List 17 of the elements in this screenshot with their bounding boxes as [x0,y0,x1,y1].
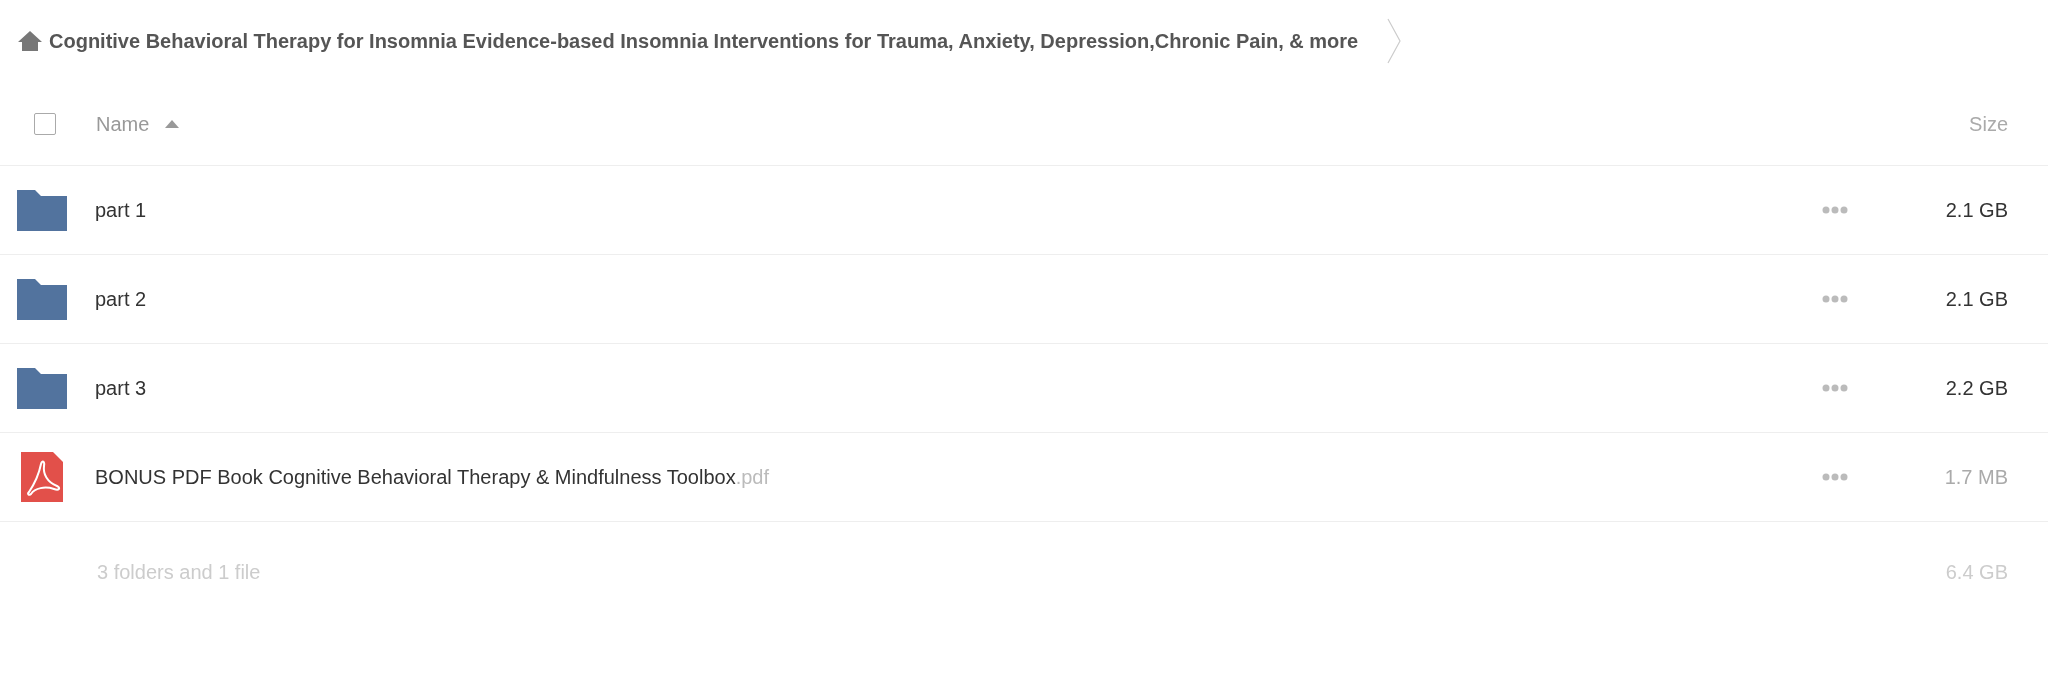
more-options-icon[interactable] [1822,384,1848,392]
more-options-icon[interactable] [1822,295,1848,303]
breadcrumb-link[interactable]: Cognitive Behavioral Therapy for Insomnia Evidence-based Insomnia Interventions for Trauma, Anxiety, Depression,Chronic Pain, & more [49,26,1359,56]
file-name[interactable]: part 3 [95,373,147,403]
file-size: 1.7 MB [1943,465,2008,490]
sort-ascending-icon [165,119,180,128]
file-size: 2.1 GB [1944,287,2008,312]
home-icon[interactable] [17,30,43,52]
file-name[interactable]: part 2 [95,284,147,314]
file-size: 2.2 GB [1944,376,2008,401]
more-options-icon[interactable] [1822,206,1848,214]
select-all-checkbox[interactable] [34,112,56,135]
chevron-icon [1386,18,1403,64]
file-size: 2.1 GB [1944,198,2008,223]
file-name[interactable]: part 1 [95,195,147,225]
more-options-icon[interactable] [1822,473,1848,481]
file-name[interactable]: BONUS PDF Book Cognitive Behavioral Therapy & Mindfulness Toolbox.pdf [95,462,770,492]
